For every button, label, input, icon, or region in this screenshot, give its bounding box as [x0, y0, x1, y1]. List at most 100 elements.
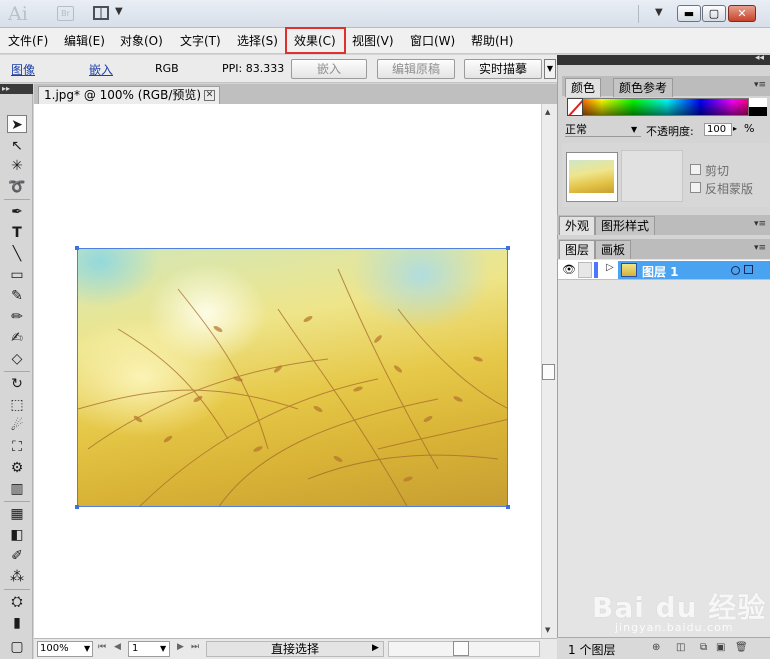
object-type-link[interactable]: 图像 — [11, 61, 35, 78]
current-tool-status[interactable]: 直接选择 — [206, 641, 384, 657]
menu-help[interactable]: 帮助(H) — [471, 28, 513, 54]
eyedropper-tool-icon[interactable]: ✐ — [7, 547, 27, 565]
direct-selection-tool-icon[interactable]: ↖ — [7, 137, 27, 155]
line-tool-icon[interactable]: ╲ — [7, 245, 27, 263]
tab-graphic-styles[interactable]: 图形样式 — [595, 216, 656, 235]
embed-link[interactable]: 嵌入 — [89, 61, 113, 78]
expand-triangle-icon[interactable]: ▷ — [606, 262, 614, 273]
appearance-panel-tabs: 外观 图形样式 ▾≡ — [557, 215, 770, 235]
eraser-tool-icon[interactable]: ◇ — [7, 350, 27, 368]
pencil-tool-icon[interactable]: ✏ — [7, 308, 27, 326]
shape-builder-tool-icon[interactable]: ⚙ — [7, 459, 27, 477]
artboard-tool-icon[interactable]: ▢ — [7, 638, 27, 656]
white-swatch[interactable] — [748, 98, 767, 107]
menu-view[interactable]: 视图(V) — [352, 28, 394, 54]
gradient-tool-icon[interactable]: ◧ — [7, 526, 27, 544]
menu-select[interactable]: 选择(S) — [237, 28, 278, 54]
chevron-down-icon[interactable]: ▼ — [84, 644, 90, 653]
placed-image[interactable] — [77, 248, 508, 507]
panel-menu-icon[interactable]: ▾≡ — [754, 243, 766, 253]
bounding-box-handle[interactable] — [506, 246, 510, 250]
effect-menu-highlight — [285, 27, 346, 54]
chevron-down-icon[interactable]: ▼ — [160, 644, 166, 653]
layer-selection-icon[interactable] — [744, 265, 753, 274]
column-graph-tool-icon[interactable]: ▮ — [7, 614, 27, 632]
locate-object-icon[interactable]: ⊕ — [652, 642, 660, 653]
panel-menu-icon[interactable]: ▾≡ — [754, 219, 766, 229]
eye-icon[interactable]: 👁 — [562, 263, 576, 276]
layer-target-icon[interactable] — [731, 266, 740, 275]
minimize-button[interactable]: ▬ — [677, 5, 701, 22]
mask-thumbnail[interactable] — [621, 150, 683, 202]
maximize-button[interactable]: ▢ — [702, 5, 726, 22]
chevron-down-icon[interactable]: ▼ — [115, 6, 123, 17]
first-artboard-icon[interactable]: ⏮ — [98, 642, 106, 652]
bounding-box-handle[interactable] — [506, 505, 510, 509]
live-trace-button[interactable]: 实时描摹 — [464, 59, 542, 79]
none-swatch-icon[interactable] — [567, 98, 583, 116]
menu-object[interactable]: 对象(O) — [120, 28, 163, 54]
lasso-tool-icon[interactable]: ➰ — [7, 178, 27, 196]
warp-tool-icon[interactable]: ☄ — [7, 417, 27, 435]
invert-mask-checkbox[interactable] — [690, 182, 701, 193]
menu-window[interactable]: 窗口(W) — [410, 28, 455, 54]
clip-checkbox[interactable] — [690, 164, 701, 175]
graph-tool-icon[interactable]: ▥ — [7, 480, 27, 498]
new-sublayer-icon[interactable]: ⧉ — [700, 642, 707, 653]
close-button[interactable]: ✕ — [728, 5, 756, 22]
embed-button[interactable]: 嵌入 — [291, 59, 367, 79]
scale-tool-icon[interactable]: ⬚ — [7, 396, 27, 414]
arrange-documents-icon[interactable] — [93, 6, 109, 20]
clipping-mask-icon[interactable]: ◫ — [676, 642, 685, 653]
opacity-chevron-icon[interactable]: ▸ — [733, 124, 737, 133]
color-spectrum[interactable] — [567, 98, 767, 116]
blend-tool-icon[interactable]: ⁂ — [7, 568, 27, 586]
workspace-chevron-down-icon[interactable]: ▼ — [655, 7, 663, 18]
close-icon[interactable]: ✕ — [204, 90, 215, 101]
mesh-tool-icon[interactable]: ▦ — [7, 505, 27, 523]
status-menu-arrow-icon[interactable]: ▶ — [372, 643, 379, 653]
collapse-panels-icon[interactable]: ◂◂ — [755, 53, 764, 63]
magic-wand-tool-icon[interactable]: ✳ — [7, 157, 27, 175]
document-tab[interactable]: 1.jpg* @ 100% (RGB/预览) ✕ — [38, 86, 220, 104]
chevron-down-icon[interactable]: ▼ — [631, 125, 637, 134]
tab-appearance[interactable]: 外观 — [559, 216, 596, 235]
vertical-scroll-thumb[interactable] — [542, 364, 555, 380]
menu-file[interactable]: 文件(F) — [8, 28, 48, 54]
symbol-sprayer-tool-icon[interactable]: ⛭ — [7, 593, 27, 611]
edit-original-button[interactable]: 编辑原稿 — [377, 59, 455, 79]
tab-color[interactable]: 颜色 — [565, 78, 602, 97]
panel-menu-icon[interactable]: ▾≡ — [754, 80, 766, 90]
lock-toggle[interactable] — [578, 262, 592, 278]
free-transform-tool-icon[interactable]: ⛶ — [7, 438, 27, 456]
delete-layer-icon[interactable]: 🗑 — [735, 642, 748, 653]
tab-layers[interactable]: 图层 — [559, 240, 596, 259]
bridge-icon[interactable]: Br — [57, 6, 74, 21]
new-layer-icon[interactable]: ▣ — [716, 642, 725, 653]
blend-mode-select[interactable]: 正常 — [565, 123, 641, 137]
layer-name[interactable]: 图层 1 — [642, 263, 679, 280]
type-tool-icon[interactable]: T — [7, 224, 27, 242]
tab-color-guide[interactable]: 颜色参考 — [613, 78, 674, 97]
tab-artboards[interactable]: 画板 — [595, 240, 632, 259]
black-swatch[interactable] — [748, 107, 767, 116]
scroll-up-icon[interactable]: ▲ — [545, 108, 550, 116]
menu-edit[interactable]: 编辑(E) — [64, 28, 105, 54]
previous-artboard-icon[interactable]: ◀ — [114, 642, 121, 652]
horizontal-scroll-thumb[interactable] — [453, 641, 469, 656]
pen-tool-icon[interactable]: ✒ — [7, 203, 27, 221]
opacity-input[interactable]: 100 — [704, 123, 732, 136]
bounding-box-handle[interactable] — [75, 505, 79, 509]
last-artboard-icon[interactable]: ⏭ — [191, 642, 199, 652]
rectangle-tool-icon[interactable]: ▭ — [7, 266, 27, 284]
scroll-down-icon[interactable]: ▼ — [545, 626, 550, 634]
menu-type[interactable]: 文字(T) — [180, 28, 221, 54]
selection-tool-icon[interactable]: ➤ — [7, 115, 27, 133]
next-artboard-icon[interactable]: ▶ — [177, 642, 184, 652]
trace-options-chevron-icon[interactable]: ▼ — [544, 59, 556, 79]
paintbrush-tool-icon[interactable]: ✎ — [7, 287, 27, 305]
panel-grip-icon[interactable]: ▸▸ — [0, 84, 33, 94]
bounding-box-handle[interactable] — [75, 246, 79, 250]
rotate-tool-icon[interactable]: ↻ — [7, 375, 27, 393]
blob-brush-tool-icon[interactable]: ✍ — [7, 329, 27, 347]
